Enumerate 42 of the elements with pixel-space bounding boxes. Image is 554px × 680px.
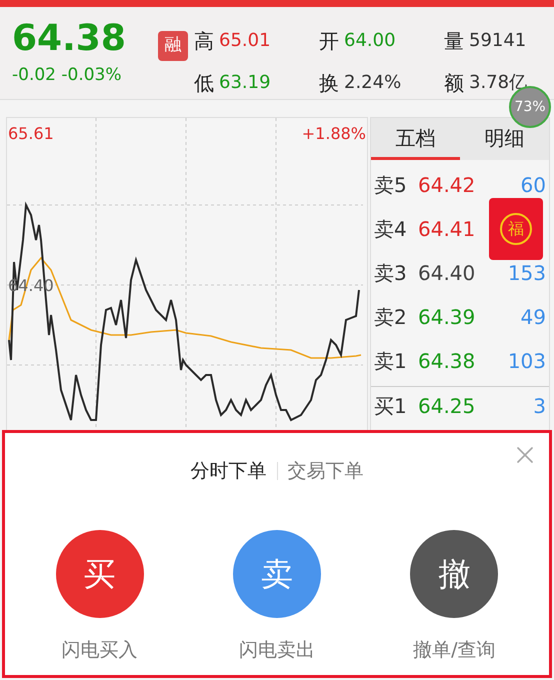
stat-label: 量 <box>444 29 464 55</box>
order-level: 卖5 <box>374 172 408 199</box>
order-mode-tab[interactable]: 交易下单 <box>288 457 364 486</box>
trade-action-button[interactable]: 撤 <box>410 530 498 618</box>
fortune-seal: 福 <box>500 213 532 245</box>
order-mode-tab[interactable]: 分时下单 <box>190 457 266 486</box>
order-price: 64.41 <box>418 216 476 243</box>
margin-badge: 融 <box>158 31 188 61</box>
stat-label: 开 <box>319 29 339 55</box>
chart-high-label: 65.61 <box>8 123 54 145</box>
stat-label: 换 <box>319 71 339 97</box>
order-price: 64.39 <box>418 304 476 331</box>
order-level: 卖4 <box>374 216 408 243</box>
order-volume: 49 <box>520 304 546 331</box>
stat-label: 额 <box>444 71 464 97</box>
order-book-tab[interactable]: 五档 <box>371 118 460 160</box>
stat-value: 63.19 <box>219 71 271 95</box>
stat-label: 高 <box>194 29 214 55</box>
order-price: 64.42 <box>418 172 476 199</box>
stat-value: 59141 <box>469 29 526 53</box>
order-level: 卖3 <box>374 260 408 287</box>
stat-value: 65.01 <box>219 29 271 53</box>
stat-label: 低 <box>194 71 214 97</box>
trade-action-button[interactable]: 买 <box>56 530 144 618</box>
trade-action-label: 撤单/查询 <box>413 638 496 662</box>
order-volume: 153 <box>508 260 546 287</box>
trade-action-label: 闪电买入 <box>62 638 138 662</box>
stat-value: 2.24% <box>344 71 402 95</box>
order-level: 卖2 <box>374 304 408 331</box>
last-price: 64.38 <box>12 19 127 59</box>
order-price: 64.40 <box>418 260 476 287</box>
order-volume: 60 <box>520 172 546 199</box>
order-price: 64.38 <box>418 348 476 375</box>
order-level: 买1 <box>374 393 408 420</box>
order-volume: 3 <box>533 393 546 420</box>
trade-action-label: 闪电卖出 <box>238 638 315 662</box>
order-price: 64.25 <box>418 393 476 420</box>
order-volume: 103 <box>508 348 546 375</box>
stat-value: 64.00 <box>344 29 396 53</box>
order-level: 卖1 <box>374 348 408 375</box>
price-change: -0.02 -0.03% <box>12 64 123 87</box>
chart-high-percent: +1.88% <box>302 123 366 145</box>
